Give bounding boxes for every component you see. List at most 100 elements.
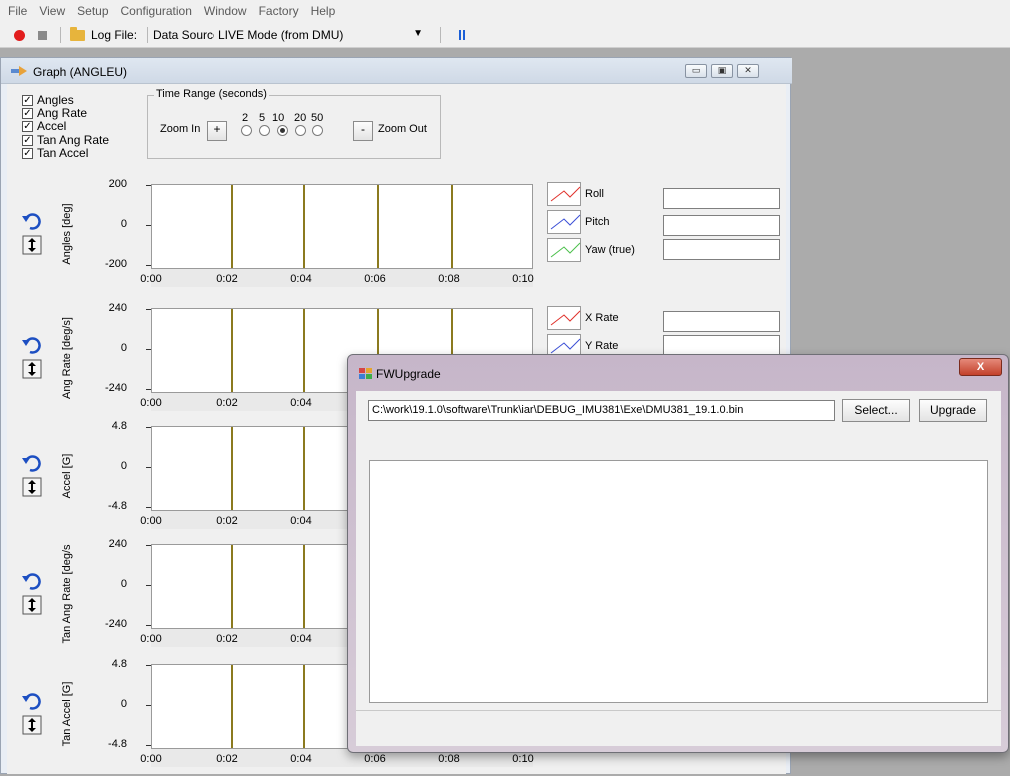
x-tick-label: 0:06 xyxy=(364,753,386,765)
legend-yaw[interactable]: Yaw (true) xyxy=(547,238,635,262)
menu-setup[interactable]: Setup xyxy=(71,4,114,18)
radio-50[interactable] xyxy=(312,125,323,136)
firmware-path-input[interactable]: C:\work\19.1.0\software\Trunk\iar\DEBUG_… xyxy=(368,400,835,421)
x-rate-value-box[interactable] xyxy=(663,311,780,332)
radio-5[interactable] xyxy=(259,125,270,136)
reset-zoom-button[interactable] xyxy=(21,570,43,592)
autoscale-button[interactable] xyxy=(21,358,43,380)
autoscale-button[interactable] xyxy=(21,476,43,498)
y-tick-mark xyxy=(146,185,151,186)
y-tick-mark xyxy=(146,389,151,390)
time-range-legend: Time Range (seconds) xyxy=(154,88,269,100)
y-tick-mark xyxy=(146,507,151,508)
fw-close-button[interactable]: X xyxy=(959,358,1002,376)
legend-swatch xyxy=(547,210,581,234)
select-button[interactable]: Select... xyxy=(842,399,910,422)
record-button[interactable] xyxy=(14,22,25,48)
fw-dialog-title: FWUpgrade xyxy=(376,367,441,381)
legend-x-rate[interactable]: X Rate xyxy=(547,306,619,330)
radio-10-selected[interactable] xyxy=(277,125,288,136)
y-rate-value-box[interactable] xyxy=(663,335,780,356)
grid-line xyxy=(303,665,305,748)
toolbar-separator xyxy=(60,27,61,43)
zoom-in-button[interactable]: + xyxy=(207,121,227,141)
x-tick-label: 0:02 xyxy=(216,273,238,285)
menu-file[interactable]: File xyxy=(2,4,33,18)
x-tick-label: 0:08 xyxy=(438,273,460,285)
y-tick-label: -240 xyxy=(104,618,127,630)
x-tick-label: 0:02 xyxy=(216,753,238,765)
minimize-button[interactable]: ▭ xyxy=(685,64,707,78)
y-tick-label: 4.8 xyxy=(111,420,127,432)
toolbar-separator xyxy=(147,27,148,43)
close-button[interactable]: ✕ xyxy=(737,64,759,78)
checkbox-angles[interactable]: ✓ Angles xyxy=(22,93,74,107)
vertical-resize-icon xyxy=(22,235,42,255)
radio-2[interactable] xyxy=(241,125,252,136)
reset-zoom-button[interactable] xyxy=(21,452,43,474)
fw-upgrade-dialog: FWUpgrade X C:\work\19.1.0\software\Trun… xyxy=(347,354,1009,753)
plot-area[interactable] xyxy=(151,184,533,269)
checkbox-box: ✓ xyxy=(22,107,33,119)
menu-help[interactable]: Help xyxy=(305,4,342,18)
reset-zoom-button[interactable] xyxy=(21,334,43,356)
checkbox-box: ✓ xyxy=(22,134,33,146)
zoom-out-button[interactable]: - xyxy=(353,121,373,141)
y-tick-mark xyxy=(146,585,151,586)
legend-label: Y Rate xyxy=(585,340,619,352)
pitch-value-box[interactable] xyxy=(663,215,780,236)
stop-button[interactable] xyxy=(38,22,47,48)
legend-swatch xyxy=(547,238,581,262)
log-file-label: Log File: xyxy=(91,28,138,42)
y-tick-label: 240 xyxy=(108,538,127,550)
checkbox-label: Ang Rate xyxy=(37,106,88,120)
y-axis-label: Angles [deg] xyxy=(61,203,73,265)
y-tick-label: 0 xyxy=(120,698,127,710)
reset-zoom-button[interactable] xyxy=(21,210,43,232)
data-source-label: Data Source: xyxy=(153,28,224,42)
autoscale-button[interactable] xyxy=(21,714,43,736)
checkbox-accel[interactable]: ✓ Accel xyxy=(22,119,66,133)
y-tick-mark xyxy=(146,545,151,546)
y-tick-label: 200 xyxy=(108,178,127,190)
yaw-value-box[interactable] xyxy=(663,239,780,260)
autoscale-button[interactable] xyxy=(21,594,43,616)
vertical-resize-icon xyxy=(22,359,42,379)
upgrade-button[interactable]: Upgrade xyxy=(919,399,987,422)
maximize-button[interactable]: ▣ xyxy=(711,64,733,78)
menu-factory[interactable]: Factory xyxy=(253,4,305,18)
pause-button[interactable] xyxy=(459,22,465,48)
menu-view[interactable]: View xyxy=(33,4,71,18)
checkbox-label: Tan Ang Rate xyxy=(37,133,110,147)
checkbox-tan-ang-rate[interactable]: ✓ Tan Ang Rate xyxy=(22,133,109,147)
checkbox-ang-rate[interactable]: ✓ Ang Rate xyxy=(22,106,87,120)
legend-pitch[interactable]: Pitch xyxy=(547,210,609,234)
y-tick-label: 0 xyxy=(120,460,127,472)
log-file-button[interactable] xyxy=(70,22,85,48)
checkbox-tan-accel[interactable]: ✓ Tan Accel xyxy=(22,146,88,160)
menu-configuration[interactable]: Configuration xyxy=(115,4,198,18)
grid-line xyxy=(451,185,453,268)
x-tick-label: 0:00 xyxy=(140,273,162,285)
checkbox-box: ✓ xyxy=(22,94,33,106)
grid-line xyxy=(231,545,233,628)
legend-roll[interactable]: Roll xyxy=(547,182,604,206)
data-source-select[interactable]: LIVE Mode (from DMU) ▼ xyxy=(214,25,429,45)
grid-line xyxy=(303,545,305,628)
y-axis-label: Ang Rate [deg/s] xyxy=(61,317,73,399)
checkbox-label: Accel xyxy=(37,119,67,133)
upgrade-log-area[interactable] xyxy=(369,460,988,703)
checkbox-box: ✓ xyxy=(22,147,33,159)
graph-window-title: Graph (ANGLEU) xyxy=(33,65,128,79)
graph-window-titlebar: Graph (ANGLEU) ▭ ▣ ✕ xyxy=(1,58,792,84)
status-bar xyxy=(356,710,1001,745)
menu-window[interactable]: Window xyxy=(198,4,253,18)
legend-label: X Rate xyxy=(585,312,619,324)
data-source-value: LIVE Mode (from DMU) xyxy=(218,28,344,42)
radio-20[interactable] xyxy=(295,125,306,136)
fw-dialog-body: C:\work\19.1.0\software\Trunk\iar\DEBUG_… xyxy=(356,391,1001,746)
autoscale-button[interactable] xyxy=(21,234,43,256)
reset-zoom-button[interactable] xyxy=(21,690,43,712)
y-tick-mark xyxy=(146,265,151,266)
roll-value-box[interactable] xyxy=(663,188,780,209)
